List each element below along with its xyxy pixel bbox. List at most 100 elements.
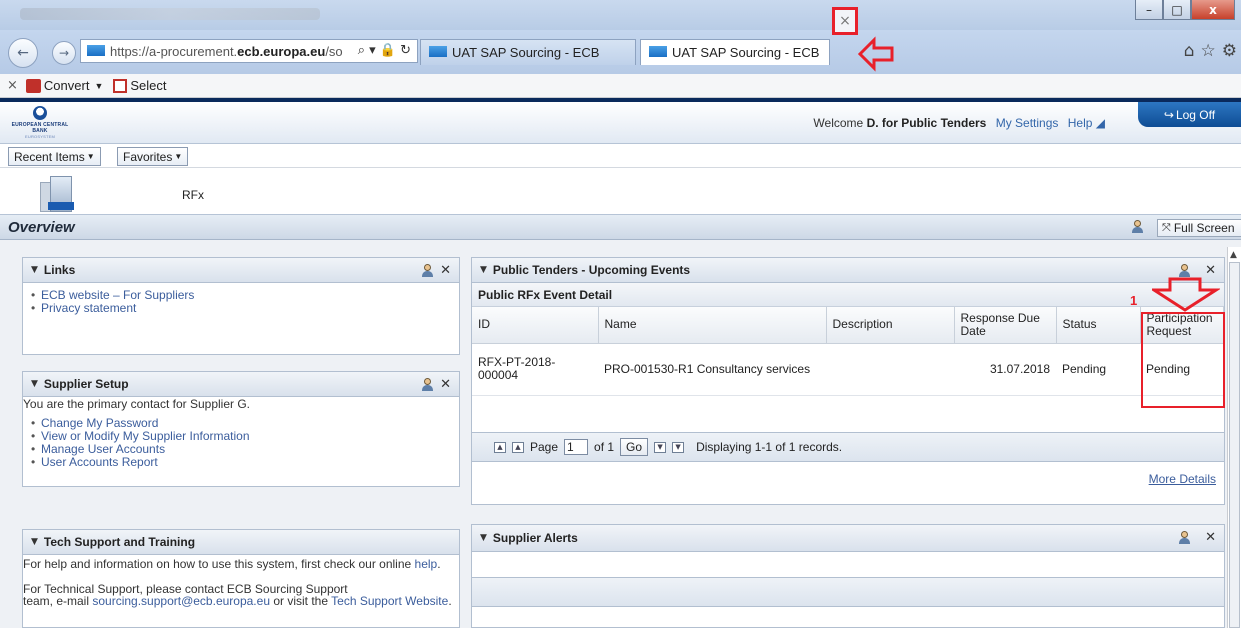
close-icon[interactable]: ✕ xyxy=(440,263,451,278)
supplier-intro: You are the primary contact for Supplier… xyxy=(23,397,251,411)
personalize-icon[interactable] xyxy=(421,264,434,277)
home-icon[interactable]: ⌂ xyxy=(1184,41,1195,61)
nav-rfx-row: RFx xyxy=(0,168,1241,214)
supplier-setup-header: ▼ Supplier Setup ✕ xyxy=(23,372,459,397)
close-icon[interactable]: ✕ xyxy=(1205,263,1216,278)
personalize-icon[interactable] xyxy=(1178,531,1191,544)
logoff-button[interactable]: ↪ Log Off xyxy=(1138,102,1241,127)
tab-sap-sourcing-1[interactable]: UAT SAP Sourcing - ECB xyxy=(420,39,636,65)
page-number-input[interactable]: 1 xyxy=(564,439,589,455)
cell-status: Pending xyxy=(1056,343,1140,396)
address-bar[interactable]: https://a-procurement. ecb.europa.eu/so ⌕… xyxy=(80,39,418,63)
close-toolbar-icon[interactable]: × xyxy=(7,78,18,93)
back-arrow-icon[interactable]: ← xyxy=(8,38,38,68)
browser-addon-toolbar: × Convert ▼ Select xyxy=(0,74,1241,98)
overview-bar: Overview ⤧ Full Screen xyxy=(0,214,1241,240)
rfx-events-table: ID Name Description Response Due Date St… xyxy=(472,307,1224,396)
cell-name[interactable]: PRO-001530-R1 Consultancy services xyxy=(598,343,826,396)
favorites-star-icon[interactable]: ☆ xyxy=(1201,41,1216,61)
previous-page-icon[interactable]: ▲ xyxy=(512,441,524,453)
portlet-controls: ✕ xyxy=(1178,530,1216,545)
links-portlet: ▼ Links ✕ ECB website – For Suppliers Pr… xyxy=(22,257,460,355)
user-accounts-report-link[interactable]: User Accounts Report xyxy=(31,456,459,470)
go-button[interactable]: Go xyxy=(620,438,649,456)
forward-arrow-icon[interactable]: → xyxy=(52,41,76,65)
recent-items-menu[interactable]: Recent Items ▼ xyxy=(8,147,101,166)
collapse-triangle-icon[interactable]: ▼ xyxy=(31,265,38,275)
my-settings-link[interactable]: My Settings xyxy=(996,116,1059,130)
column-header-name[interactable]: Name xyxy=(598,307,827,344)
column-header-description[interactable]: Description xyxy=(826,307,955,344)
menu-row: Recent Items ▼ Favorites ▼ xyxy=(0,144,1241,168)
collapse-triangle-icon[interactable]: ▼ xyxy=(31,537,38,547)
scroll-up-icon[interactable]: ▲ xyxy=(1230,250,1237,260)
tech-support-portlet: ▼ Tech Support and Training For help and… xyxy=(22,529,460,628)
close-tab-button[interactable]: × xyxy=(832,7,858,35)
portlet-controls: ✕ xyxy=(421,263,451,278)
tech-support-header: ▼ Tech Support and Training xyxy=(23,530,459,555)
close-window-button[interactable]: x xyxy=(1191,0,1235,20)
table-header-row: ID Name Description Response Due Date St… xyxy=(472,307,1224,344)
help-text: For help and information on how to use t… xyxy=(23,557,441,571)
chevron-down-icon: ▼ xyxy=(86,152,95,161)
cell-id[interactable]: RFX-PT-2018-000004 xyxy=(472,343,598,396)
supplier-setup-list: Change My Password View or Modify My Sup… xyxy=(23,411,459,470)
list-item-link[interactable]: Privacy statement xyxy=(31,302,459,316)
column-header-id[interactable]: ID xyxy=(472,307,599,344)
online-help-link[interactable]: help xyxy=(415,557,438,571)
column-header-status[interactable]: Status xyxy=(1056,307,1141,344)
page-title: Overview xyxy=(8,219,75,236)
table-pager: ▲ ▲ Page 1 of 1 Go ▼ ▼ Displaying 1-1 of… xyxy=(472,432,1224,462)
supplier-alerts-header: ▼ Supplier Alerts ✕ xyxy=(472,525,1224,552)
welcome-bar: Welcome D. for Public Tenders My Setting… xyxy=(813,116,1105,130)
collapse-triangle-icon[interactable]: ▼ xyxy=(480,533,487,543)
browser-nav-row: ← → https://a-procurement. ecb.europa.eu /… xyxy=(0,30,1241,74)
scrollbar-thumb[interactable] xyxy=(1229,262,1240,628)
personalize-icon[interactable] xyxy=(1131,220,1144,233)
window-title-blurred xyxy=(20,8,320,20)
pdf-convert-icon xyxy=(25,78,41,93)
chevron-down-icon: ▼ xyxy=(174,152,183,161)
app-header: EUROPEAN CENTRAL BANK EUROSYSTEM Welcome… xyxy=(0,102,1241,144)
collapse-triangle-icon[interactable]: ▼ xyxy=(31,379,38,389)
sap-favicon-icon xyxy=(429,46,447,57)
first-page-icon[interactable]: ▲ xyxy=(494,441,506,453)
convert-button[interactable]: Convert ▼ xyxy=(25,78,103,93)
maximize-button[interactable]: □ xyxy=(1163,0,1191,20)
close-icon[interactable]: ✕ xyxy=(440,377,451,392)
favorites-menu[interactable]: Favorites ▼ xyxy=(117,147,189,166)
next-page-icon[interactable]: ▼ xyxy=(654,441,667,453)
column-header-response-due-date[interactable]: Response Due Date xyxy=(954,307,1057,344)
portlet-controls: ✕ xyxy=(1178,263,1216,278)
minimize-button[interactable]: – xyxy=(1135,0,1163,20)
address-bar-icons[interactable]: ⌕ ▾ 🔒 ↻ xyxy=(353,43,411,58)
public-tenders-portlet: ▼ Public Tenders - Upcoming Events ✕ Pub… xyxy=(471,257,1225,505)
settings-gear-icon[interactable]: ⚙ xyxy=(1222,41,1237,61)
cell-due-date: 31.07.2018 xyxy=(954,343,1056,396)
building-icon[interactable] xyxy=(34,174,78,212)
user-name: D. for Public Tenders xyxy=(866,116,987,130)
logoff-icon: ↪ xyxy=(1163,107,1174,122)
personalize-icon[interactable] xyxy=(1178,264,1191,277)
expand-icon: ⤧ xyxy=(1162,221,1171,234)
support-text: For Technical Support, please contact EC… xyxy=(23,582,452,608)
nav-item-rfx[interactable]: RFx xyxy=(182,188,204,202)
full-screen-button[interactable]: ⤧ Full Screen xyxy=(1157,219,1241,237)
personalize-icon[interactable] xyxy=(421,378,434,391)
tech-support-website-link[interactable]: Tech Support Website xyxy=(331,594,448,608)
close-icon[interactable]: ✕ xyxy=(1205,530,1216,545)
ecb-logo: EUROPEAN CENTRAL BANK EUROSYSTEM xyxy=(10,106,70,140)
table-row[interactable]: RFX-PT-2018-000004 PRO-001530-R1 Consult… xyxy=(472,343,1224,396)
last-page-icon[interactable]: ▼ xyxy=(672,441,685,453)
ecb-logo-icon xyxy=(33,106,47,120)
more-details-link[interactable]: More Details xyxy=(1149,472,1216,486)
links-portlet-header: ▼ Links ✕ xyxy=(23,258,459,283)
select-button[interactable]: Select xyxy=(113,78,167,93)
portlet-controls: ✕ xyxy=(421,377,451,392)
collapse-triangle-icon[interactable]: ▼ xyxy=(480,265,487,275)
supplier-setup-portlet: ▼ Supplier Setup ✕ You are the primary c… xyxy=(22,371,460,487)
supplier-alerts-portlet: ▼ Supplier Alerts ✕ xyxy=(471,524,1225,628)
tab-sap-sourcing-2[interactable]: UAT SAP Sourcing - ECB xyxy=(640,39,830,65)
help-link[interactable]: Help ◢ xyxy=(1068,116,1105,130)
support-email-link[interactable]: sourcing.support@ecb.europa.eu xyxy=(92,594,270,608)
